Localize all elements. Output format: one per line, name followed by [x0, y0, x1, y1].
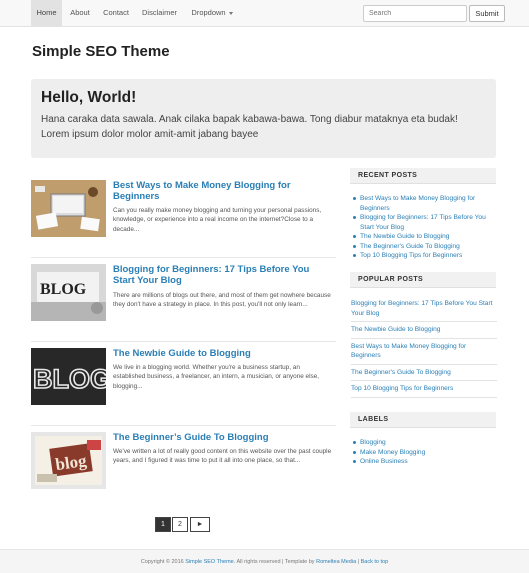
popular-posts-heading: POPULAR POSTS: [350, 272, 496, 288]
footer-separator: |: [357, 559, 360, 565]
svg-text:BLOG: BLOG: [40, 281, 87, 298]
submit-button[interactable]: Submit: [469, 5, 505, 22]
jumbotron-title: Hello, World!: [41, 89, 137, 106]
back-to-top-link[interactable]: Back to top: [361, 559, 389, 565]
recent-post-link[interactable]: Blogging for Beginners: 17 Tips Before Y…: [352, 213, 498, 232]
nav-disclaimer[interactable]: Disclaimer: [137, 0, 182, 26]
popular-posts-list: Blogging for Beginners: 17 Tips Before Y…: [351, 296, 497, 398]
recent-post-link[interactable]: The Newbie Guide to Blogging: [352, 232, 498, 242]
post-thumbnail[interactable]: [31, 180, 106, 237]
nav-about[interactable]: About: [65, 0, 95, 26]
post-excerpt: We live in a blogging world. Whether you…: [113, 364, 320, 390]
popular-post-link[interactable]: The Newbie Guide to Blogging: [351, 322, 497, 339]
recent-posts-list: Best Ways to Make Money Blogging for Beg…: [352, 194, 498, 261]
recent-post-link[interactable]: Top 10 Blogging Tips for Beginners: [352, 251, 498, 261]
labels-heading: LABELS: [350, 412, 496, 428]
post-title-link[interactable]: Blogging for Beginners: 17 Tips Before Y…: [113, 264, 333, 287]
caret-down-icon: [228, 11, 233, 15]
post-title-link[interactable]: The Newbie Guide to Blogging: [113, 348, 333, 359]
popular-post-link[interactable]: The Beginner's Guide To Blogging: [351, 365, 497, 382]
footer-copyright: Copyright © 2016: [140, 559, 184, 565]
search-input[interactable]: [363, 5, 467, 22]
post-item: blog The Beginner’s Guide To Blogging We…: [31, 432, 336, 510]
footer-rights: . All rights reserved | Template by: [233, 559, 315, 565]
labels-list: Blogging Make Money Blogging Online Busi…: [352, 438, 498, 467]
post-title-link[interactable]: Best Ways to Make Money Blogging for Beg…: [113, 180, 333, 203]
post-thumbnail[interactable]: BLOG: [31, 264, 106, 321]
footer-site-link[interactable]: Simple SEO Theme: [185, 559, 234, 565]
jumbotron: Hello, World! Hana caraka data sawala. A…: [31, 79, 496, 158]
jumbotron-text: Hana caraka data sawala. Anak cilaka bap…: [41, 114, 458, 140]
nav-home[interactable]: Home: [31, 0, 62, 26]
label-link[interactable]: Blogging: [352, 438, 498, 448]
footer: Copyright © 2016 Simple SEO Theme. All r…: [0, 549, 529, 573]
navbar: Home About Contact Disclaimer Dropdown S…: [0, 0, 529, 27]
popular-post-link[interactable]: Blogging for Beginners: 17 Tips Before Y…: [351, 296, 497, 323]
page-2-button[interactable]: 2: [172, 517, 188, 532]
recent-post-link[interactable]: Best Ways to Make Money Blogging for Beg…: [352, 194, 498, 213]
post-item: BLOG The Newbie Guide to Blogging We liv…: [31, 348, 336, 426]
nav-dropdown-label: Dropdown: [191, 8, 226, 17]
post-thumbnail[interactable]: blog: [31, 432, 106, 489]
footer-author-link[interactable]: Romeltea Media: [316, 559, 356, 565]
post-excerpt: We've written a lot of really good conte…: [113, 448, 332, 465]
nav-contact[interactable]: Contact: [100, 0, 132, 26]
label-link[interactable]: Make Money Blogging: [352, 448, 498, 458]
nav-dropdown[interactable]: Dropdown: [187, 0, 237, 26]
next-page-button[interactable]: ►: [190, 517, 210, 532]
post-thumbnail[interactable]: BLOG: [31, 348, 106, 405]
post-excerpt: Can you really make money blogging and t…: [113, 207, 322, 233]
post-item: Best Ways to Make Money Blogging for Beg…: [31, 180, 336, 258]
recent-posts-heading: RECENT POSTS: [350, 168, 496, 184]
post-title-link[interactable]: The Beginner’s Guide To Blogging: [113, 432, 333, 443]
popular-post-link[interactable]: Top 10 Blogging Tips for Beginners: [351, 381, 497, 398]
post-excerpt: There are millions of blogs out there, a…: [113, 292, 331, 309]
page-1-button[interactable]: 1: [155, 517, 171, 532]
site-title[interactable]: Simple SEO Theme: [32, 43, 170, 60]
label-link[interactable]: Online Business: [352, 457, 498, 467]
svg-text:BLOG: BLOG: [33, 364, 106, 394]
popular-post-link[interactable]: Best Ways to Make Money Blogging for Beg…: [351, 339, 497, 365]
post-item: BLOG Blogging for Beginners: 17 Tips Bef…: [31, 264, 336, 342]
recent-post-link[interactable]: The Beginner's Guide To Blogging: [352, 242, 498, 252]
